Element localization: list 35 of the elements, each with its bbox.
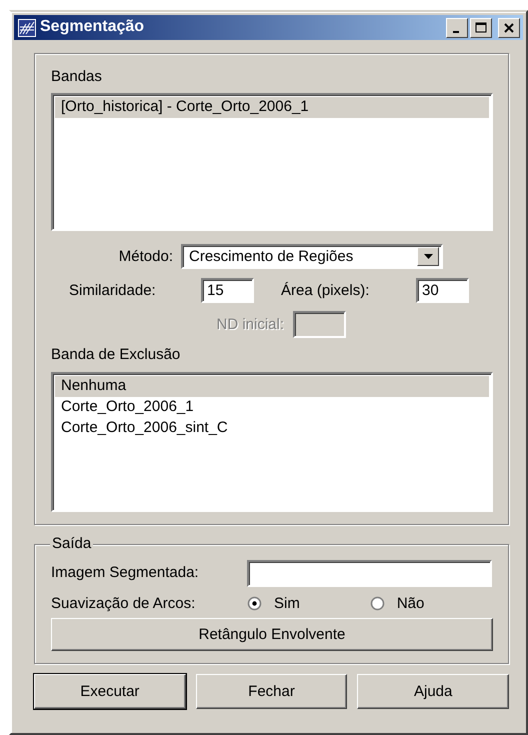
dropdown-arrow-icon bbox=[424, 254, 432, 260]
area-field[interactable]: 30 bbox=[416, 278, 469, 304]
list-item[interactable]: Corte_Orto_2006_1 bbox=[55, 396, 489, 418]
method-label: Método: bbox=[118, 248, 173, 266]
maximize-button[interactable] bbox=[470, 18, 492, 38]
maximize-icon bbox=[475, 22, 487, 33]
radio-button[interactable] bbox=[247, 596, 262, 611]
bands-label: Bandas bbox=[51, 68, 103, 86]
dialog-button[interactable]: Fechar bbox=[196, 674, 348, 709]
dialog-button[interactable]: Ajuda bbox=[357, 674, 510, 709]
close-icon bbox=[504, 22, 514, 32]
dialog-button[interactable]: Executar bbox=[34, 674, 186, 709]
segmented-image-field[interactable] bbox=[246, 560, 492, 586]
minimize-icon bbox=[452, 30, 458, 32]
exclusion-band-label: Banda de Exclusão bbox=[51, 346, 182, 364]
similarity-field[interactable]: 15 bbox=[201, 278, 254, 304]
minimize-button[interactable] bbox=[446, 18, 468, 38]
radio-button[interactable] bbox=[370, 596, 385, 611]
arc-smoothing-label: Suavização de Arcos: bbox=[51, 594, 196, 612]
exclusion-band-list[interactable]: Nenhuma Corte_Orto_2006_1 Corte_Orto_2006_sint_C bbox=[51, 372, 493, 512]
method-dropdown[interactable]: Crescimento de Regiões bbox=[181, 244, 443, 270]
similarity-label: Similaridade: bbox=[69, 282, 157, 300]
window-title: Segmentação bbox=[40, 18, 144, 37]
area-label: Área (pixels): bbox=[281, 282, 370, 300]
list-item[interactable]: [Orto_historica] - Corte_Orto_2006_1 bbox=[55, 97, 489, 118]
list-item[interactable]: Nenhuma bbox=[55, 376, 489, 396]
list-item[interactable]: Corte_Orto_2006_sint_C bbox=[55, 418, 489, 438]
radio-label: Sim bbox=[274, 594, 300, 612]
radio-label: Não bbox=[396, 594, 424, 612]
segmented-image-label: Imagem Segmentada: bbox=[51, 564, 200, 582]
app-icon bbox=[17, 18, 37, 38]
bands-list[interactable]: [Orto_historica] - Corte_Orto_2006_1 bbox=[51, 93, 493, 232]
close-button[interactable] bbox=[498, 18, 520, 38]
bounding-rectangle-button[interactable]: Retângulo Envolvente bbox=[51, 618, 493, 651]
nd-initial-label: ND inicial: bbox=[215, 316, 284, 334]
